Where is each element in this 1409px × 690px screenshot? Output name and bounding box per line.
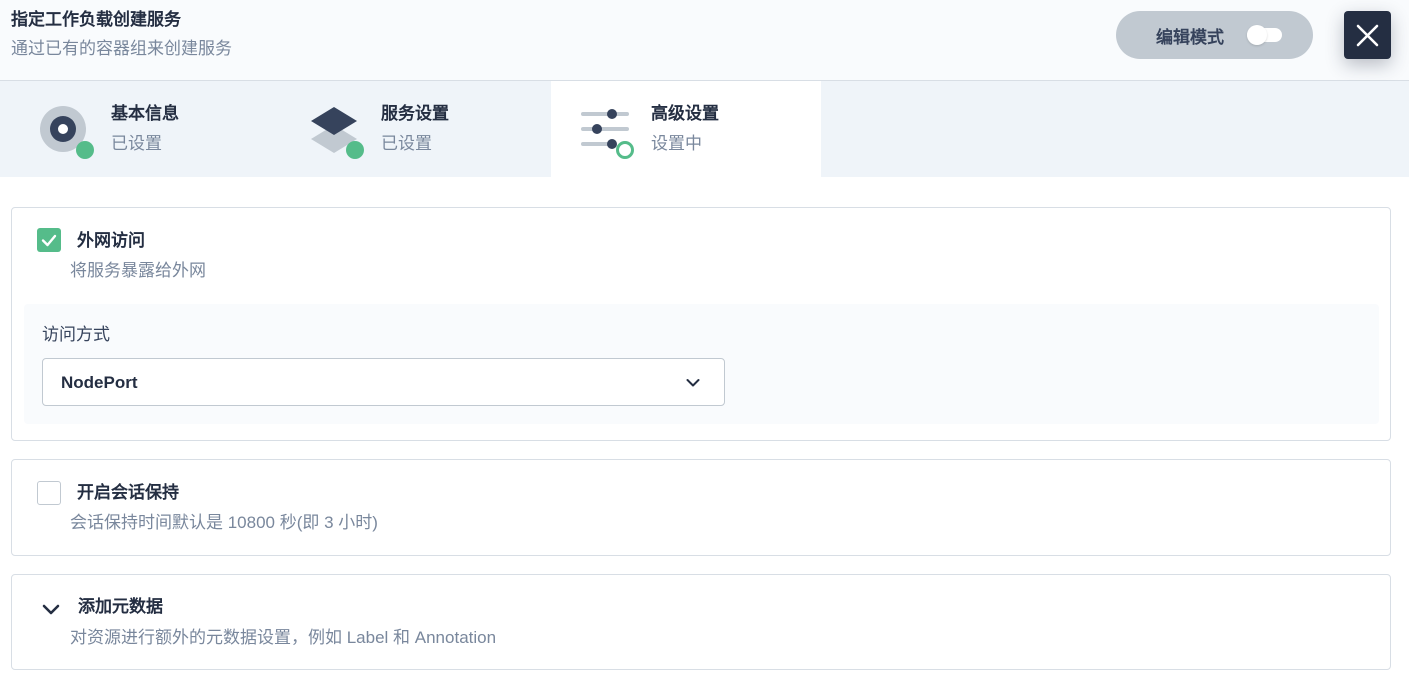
external-access-description: 将服务暴露给外网	[70, 261, 206, 280]
access-mode-label: 访问方式	[42, 325, 110, 344]
step-title: 基本信息	[111, 104, 179, 123]
step-service-settings[interactable]: 服务设置 已设置	[270, 81, 540, 177]
check-icon	[41, 234, 57, 247]
metadata-description: 对资源进行额外的元数据设置，例如 Label 和 Annotation	[70, 628, 497, 647]
basic-info-icon	[40, 106, 94, 159]
session-affinity-description: 会话保持时间默认是 10800 秒(即 3 小时)	[70, 513, 378, 532]
external-access-title: 外网访问	[77, 231, 145, 250]
close-icon	[1356, 24, 1379, 47]
edit-mode-label: 编辑模式	[1156, 27, 1224, 47]
step-basic-info[interactable]: 基本信息 已设置	[0, 81, 270, 177]
access-mode-select[interactable]: NodePort	[42, 358, 725, 406]
step-title: 服务设置	[381, 104, 449, 123]
switch-knob	[1247, 25, 1267, 45]
step-status: 设置中	[651, 134, 702, 153]
page-title: 指定工作负载创建服务	[11, 10, 181, 29]
metadata-title: 添加元数据	[78, 597, 163, 616]
close-button[interactable]	[1344, 11, 1391, 59]
steps-bar: 基本信息 已设置 服务设置 已设置 高级设置 设置中	[0, 81, 1409, 177]
step-title: 高级设置	[651, 104, 719, 123]
edit-mode-toggle-button[interactable]: 编辑模式	[1116, 11, 1313, 59]
metadata-card[interactable]: 添加元数据 对资源进行额外的元数据设置，例如 Label 和 Annotatio…	[11, 574, 1391, 670]
session-affinity-card: 开启会话保持 会话保持时间默认是 10800 秒(即 3 小时)	[11, 459, 1391, 556]
modal-header: 指定工作负载创建服务 通过已有的容器组来创建服务 编辑模式	[0, 0, 1409, 81]
chevron-down-icon[interactable]	[40, 598, 62, 620]
step-status: 已设置	[111, 134, 162, 153]
step-status: 已设置	[381, 134, 432, 153]
external-access-card: 外网访问 将服务暴露给外网 访问方式 NodePort	[11, 207, 1391, 441]
access-mode-value: NodePort	[61, 373, 138, 392]
chevron-down-icon	[686, 379, 700, 387]
edit-mode-switch[interactable]	[1247, 25, 1282, 45]
step-advanced-settings[interactable]: 高级设置 设置中	[551, 81, 821, 177]
session-affinity-title: 开启会话保持	[77, 483, 179, 502]
access-mode-panel: 访问方式 NodePort	[24, 304, 1379, 424]
page-description: 通过已有的容器组来创建服务	[11, 39, 232, 58]
advanced-settings-icon	[581, 109, 634, 159]
session-affinity-checkbox[interactable]	[37, 481, 61, 505]
service-settings-icon	[311, 107, 364, 159]
external-access-checkbox[interactable]	[37, 228, 61, 252]
